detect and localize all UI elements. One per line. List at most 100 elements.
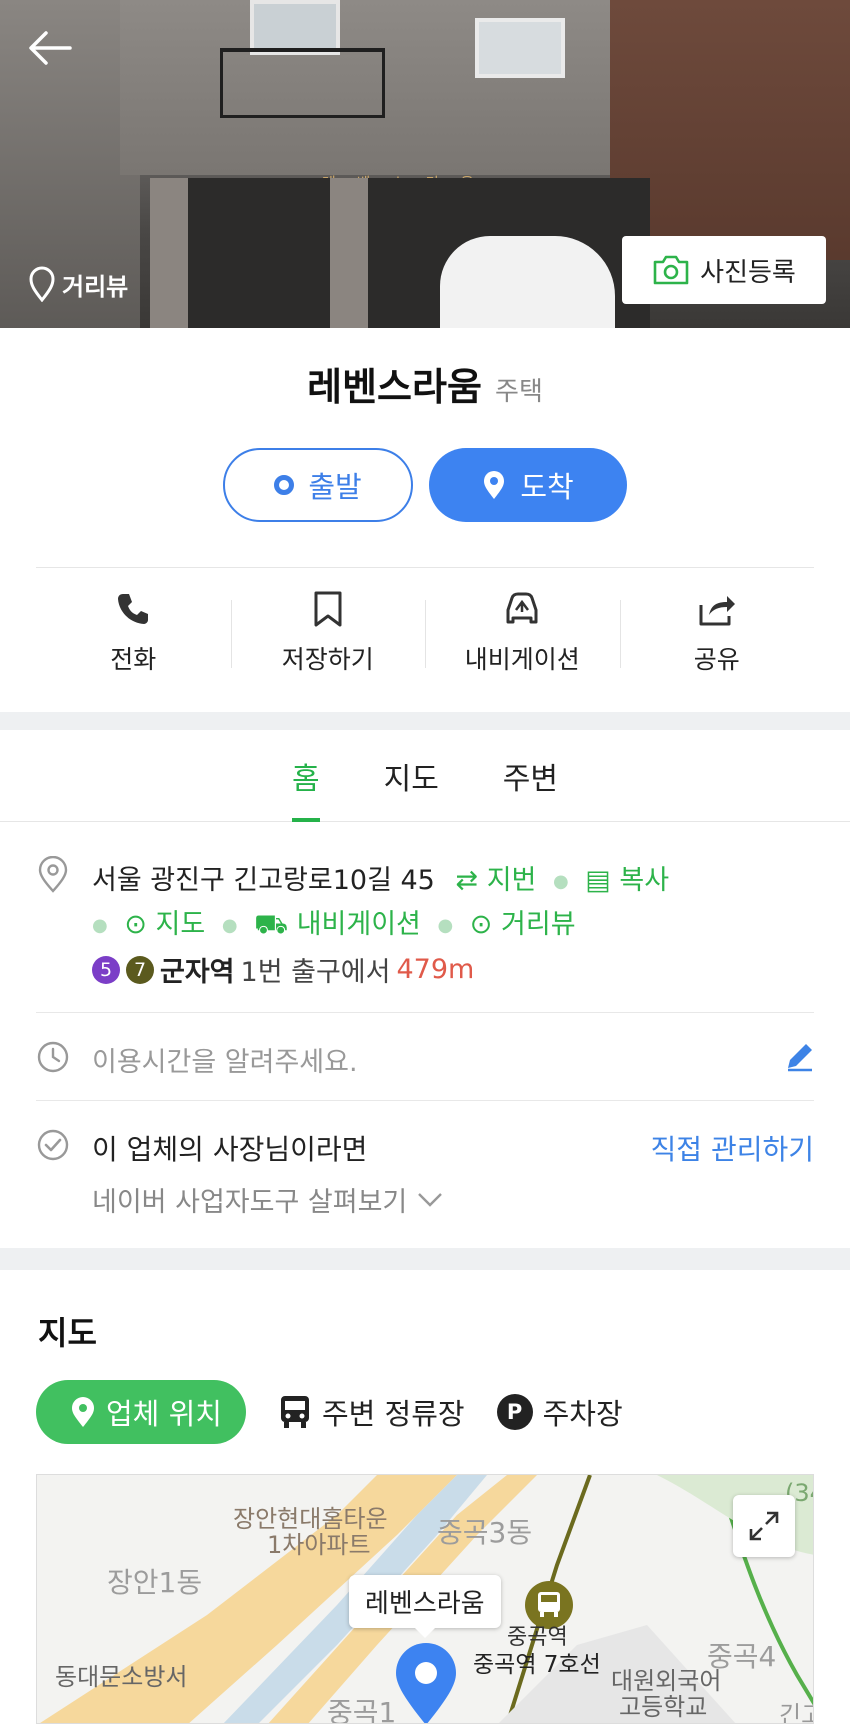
map-label-dong: 중곡3동 [437, 1516, 533, 1549]
address-text: 서울 광진구 긴고랑로10길 45 [92, 865, 435, 896]
photo-car [440, 236, 615, 328]
separator-dot: ● [92, 915, 108, 936]
location-pin-icon [38, 856, 68, 893]
street-view-label: 거리뷰 [62, 272, 129, 301]
hours-prompt[interactable]: 이용시간을 알려주세요. [92, 1040, 358, 1079]
station-name: 군자역 [160, 957, 235, 988]
arrow-left-icon [29, 31, 72, 65]
place-title-row: 레벤스라움 주택 [0, 356, 850, 411]
action-bar: 전화 저장하기 내비게이션 공유 [36, 588, 814, 682]
owner-text: 이 업체의 사장님이라면 [92, 1133, 368, 1166]
bus-icon [280, 1396, 309, 1428]
photo-window [475, 18, 565, 78]
tab-bar: 홈 지도 주변 [0, 730, 850, 822]
car-small-icon: ⛟ [254, 909, 289, 940]
map-pin-icon [29, 266, 55, 302]
chip-nearby-stops[interactable]: 주변 정류장 [278, 1380, 465, 1444]
bus-icon [538, 1592, 560, 1617]
place-marker-icon[interactable] [393, 1643, 459, 1724]
business-tools-toggle[interactable]: 네이버 사업자도구 살펴보기 [92, 1180, 443, 1219]
arrive-label: 도착 [520, 470, 574, 504]
pencil-icon[interactable] [784, 1040, 816, 1072]
lot-number-link[interactable]: ⇄ 지번 [455, 865, 545, 896]
share-label: 공유 [693, 645, 740, 674]
depart-label: 출발 [308, 470, 362, 504]
navigation-label: 내비게이션 [464, 645, 580, 674]
separator-dot: ● [552, 871, 569, 892]
share-button[interactable]: 공유 [619, 588, 815, 682]
copy-doc-icon: ▤ [585, 865, 611, 896]
street-view-button[interactable]: 거리뷰 [28, 266, 128, 302]
location-pin-icon [72, 1397, 94, 1427]
copy-label: 복사 [619, 865, 670, 896]
swap-icon: ⇄ [455, 865, 479, 896]
destination-pin-icon [484, 471, 505, 499]
map-link-label: 지도 [155, 909, 206, 940]
map-label-dong: 장안1동 [107, 1566, 203, 1599]
chip-label: 주변 정류장 [321, 1397, 465, 1431]
business-tools-label: 네이버 사업자도구 살펴보기 [92, 1187, 408, 1218]
place-name: 레벤스라움 [307, 365, 482, 409]
place-label-bubble: 레벤스라움 [349, 1575, 501, 1638]
subway-directions: 5 7 군자역 1번 출구에서 479m [92, 950, 474, 989]
section-gap [0, 1248, 850, 1270]
copy-link[interactable]: ▤ 복사 [585, 865, 669, 896]
car-navigation-icon [502, 588, 542, 630]
distance-text: 479m [396, 954, 475, 985]
map-label-apartment-2: 1차아파트 [267, 1531, 371, 1559]
chip-parking[interactable]: P 주차장 [496, 1380, 623, 1444]
tab-map[interactable]: 지도 [384, 730, 439, 821]
map-section-heading: 지도 [38, 1314, 97, 1352]
camera-icon [653, 255, 689, 285]
map-link[interactable]: ⊙ 지도 [124, 909, 205, 940]
subway-line-7-badge: 7 [126, 955, 154, 984]
origin-dot-icon [274, 475, 295, 495]
save-button[interactable]: 저장하기 [230, 588, 426, 682]
section-gap [0, 712, 850, 730]
photo-register-button[interactable]: 사진등록 [622, 236, 826, 304]
save-label: 저장하기 [281, 645, 374, 674]
chip-label: 업체 위치 [106, 1397, 222, 1431]
manage-directly-link[interactable]: 직접 관리하기 [651, 1128, 814, 1168]
depart-button[interactable]: 출발 [223, 448, 413, 522]
place-category: 주택 [495, 377, 543, 407]
address-links: ● ⊙ 지도 ● ⛟ 내비게이션 ● ⊙ 거리뷰 [92, 902, 576, 944]
parking-icon: P [496, 1394, 533, 1430]
lot-number-label: 지번 [486, 865, 537, 896]
check-circle-icon [37, 1129, 69, 1161]
chip-business-location[interactable]: 업체 위치 [36, 1380, 246, 1444]
address-line: 서울 광진구 긴고랑로10길 45 ⇄ 지번 ● ▤ 복사 [92, 858, 669, 897]
expand-icon [749, 1511, 779, 1541]
photo-register-label: 사진등록 [700, 257, 796, 288]
call-button[interactable]: 전화 [36, 588, 231, 682]
map-label-dong: 중곡1 [327, 1696, 397, 1724]
map-expand-button[interactable] [733, 1495, 795, 1557]
clock-icon [37, 1041, 69, 1073]
map-filter-chips: 업체 위치 주변 정류장 P 주차장 [36, 1380, 623, 1444]
divider [36, 1012, 814, 1013]
photo-pillar [330, 178, 368, 328]
separator-dot: ● [437, 915, 454, 936]
route-buttons: 출발 도착 [0, 448, 850, 522]
subway-line-5-badge: 5 [92, 955, 120, 984]
share-icon [697, 588, 737, 630]
chip-label: 주차장 [542, 1397, 623, 1431]
navigation-button[interactable]: 내비게이션 [425, 588, 620, 682]
tab-home[interactable]: 홈 [291, 730, 320, 822]
call-label: 전화 [110, 645, 157, 674]
tab-nearby[interactable]: 주변 [503, 730, 558, 821]
arrive-button[interactable]: 도착 [429, 448, 627, 522]
photo-pillar [150, 178, 188, 328]
phone-icon [115, 588, 151, 630]
street-view-link[interactable]: ⊙ 거리뷰 [470, 909, 576, 940]
navigation-link-label: 내비게이션 [296, 909, 421, 940]
navigation-link[interactable]: ⛟ 내비게이션 [254, 909, 421, 940]
back-button[interactable] [26, 28, 74, 68]
location-map[interactable]: 장안현대홈타운 1차아파트 중곡3동 장안1동 동대문소방서 중곡4 중곡1 대… [36, 1474, 814, 1724]
bookmark-icon [313, 588, 343, 630]
map-label-edge: 긴고 [779, 1701, 813, 1724]
map-label-fire-station: 동대문소방서 [55, 1663, 188, 1691]
photo-window [250, 0, 340, 55]
map-label-stop: 중곡역 7호선 [473, 1652, 601, 1678]
pin-small-icon: ⊙ [124, 909, 147, 940]
